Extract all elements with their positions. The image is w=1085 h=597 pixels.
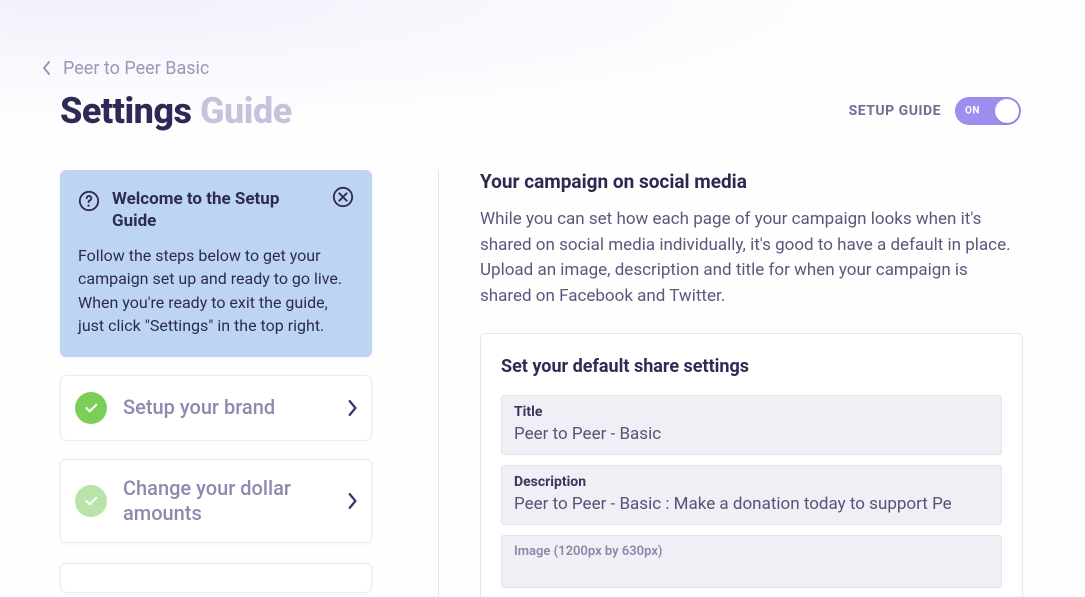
- breadcrumb-label: Peer to Peer Basic: [63, 58, 209, 79]
- welcome-title: Welcome to the Setup Guide: [112, 188, 354, 232]
- breadcrumb[interactable]: Peer to Peer Basic: [43, 58, 209, 78]
- setup-guide-toggle[interactable]: ON: [955, 97, 1021, 125]
- page-title-suffix: Guide: [200, 90, 292, 132]
- description-input[interactable]: [514, 494, 989, 514]
- toggle-state-text: ON: [965, 106, 980, 117]
- image-field-label: Image (1200px by 630px): [514, 544, 989, 559]
- chevron-left-icon: [43, 61, 53, 75]
- step-change-amounts[interactable]: Change your dollar amounts: [60, 459, 372, 543]
- image-field[interactable]: Image (1200px by 630px): [501, 535, 1002, 588]
- title-field[interactable]: Title: [501, 395, 1002, 455]
- title-input[interactable]: [514, 424, 989, 444]
- section-title: Your campaign on social media: [480, 170, 1023, 193]
- welcome-body: Follow the steps below to get your campa…: [78, 244, 354, 337]
- description-field[interactable]: Description: [501, 465, 1002, 525]
- step-card-peek[interactable]: [60, 563, 372, 593]
- chevron-right-icon: [347, 493, 357, 509]
- close-icon[interactable]: [332, 186, 354, 208]
- welcome-card: Welcome to the Setup Guide Follow the st…: [60, 170, 372, 357]
- panel-title: Set your default share settings: [501, 356, 1002, 377]
- step-label: Change your dollar amounts: [123, 476, 331, 526]
- page-title: Settings Guide: [60, 90, 292, 132]
- page-title-main: Settings: [60, 90, 192, 132]
- chevron-right-icon: [347, 400, 357, 416]
- help-circle-icon: [78, 190, 100, 216]
- section-description: While you can set how each page of your …: [480, 207, 1023, 309]
- step-label: Setup your brand: [123, 395, 331, 420]
- title-field-label: Title: [514, 404, 989, 420]
- setup-guide-toggle-label: SETUP GUIDE: [849, 103, 941, 119]
- step-setup-brand[interactable]: Setup your brand: [60, 375, 372, 441]
- share-settings-panel: Set your default share settings Title De…: [480, 333, 1023, 597]
- check-circle-icon: [75, 392, 107, 424]
- toggle-knob: [995, 99, 1019, 123]
- check-circle-icon: [75, 485, 107, 517]
- description-field-label: Description: [514, 474, 989, 490]
